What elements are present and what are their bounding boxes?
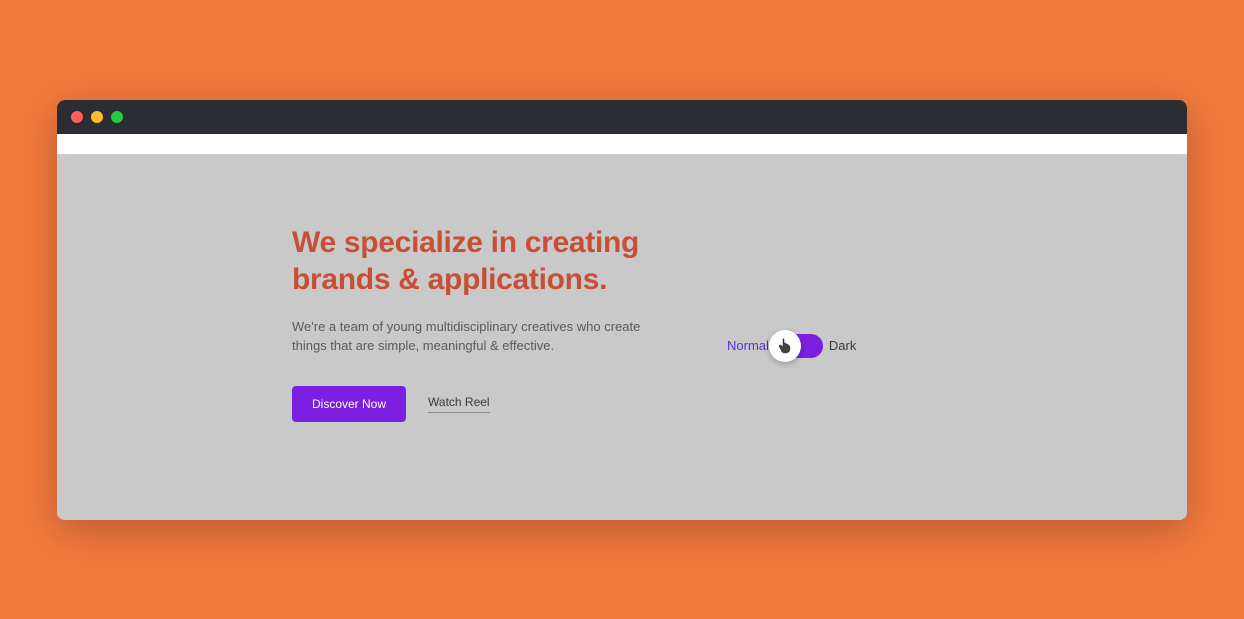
close-icon[interactable] <box>71 111 83 123</box>
page-body: We specialize in creating brands & appli… <box>57 154 1187 520</box>
window-titlebar <box>57 100 1187 134</box>
toggle-label-normal: Normal <box>727 338 769 353</box>
cta-row: Discover Now Watch Reel <box>292 386 712 422</box>
hero-section: We specialize in creating brands & appli… <box>292 224 712 422</box>
maximize-icon[interactable] <box>111 111 123 123</box>
hero-subtitle: We're a team of young multidisciplinary … <box>292 317 652 356</box>
cursor-pointer-icon <box>778 338 792 354</box>
theme-toggle-group: Normal Dark <box>727 334 856 358</box>
toggle-label-dark: Dark <box>829 338 856 353</box>
browser-window: We specialize in creating brands & appli… <box>57 100 1187 520</box>
browser-chrome-strip <box>57 134 1187 154</box>
watch-reel-link[interactable]: Watch Reel <box>428 395 490 413</box>
discover-now-button[interactable]: Discover Now <box>292 386 406 422</box>
toggle-knob[interactable] <box>769 330 801 362</box>
minimize-icon[interactable] <box>91 111 103 123</box>
hero-title: We specialize in creating brands & appli… <box>292 224 712 299</box>
theme-toggle-switch[interactable] <box>775 334 823 358</box>
